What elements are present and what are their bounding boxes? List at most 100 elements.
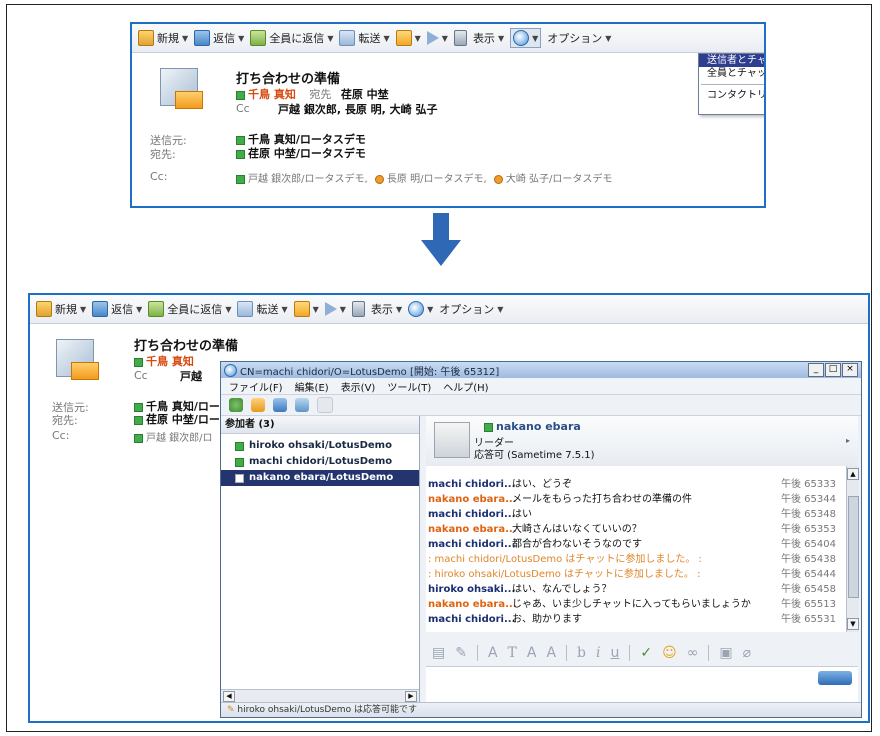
folder-button[interactable]: ▼ [293,301,319,317]
chat-button[interactable]: ▼ [510,28,542,48]
cc-row-value-1[interactable]: 戸越 銀次郎/ロータスデモ, [248,174,368,185]
online-status-icon [134,357,143,367]
reply-all-button[interactable]: 全員に返信 ▼ [250,30,333,46]
scroll-thumb[interactable] [848,496,859,598]
message-sender[interactable]: machi chidori... [428,508,515,521]
menu-item-add-sender-to-contacts[interactable]: コンタクトリストに送信者を追加(L)... [699,89,764,102]
forward-button[interactable]: 転送 ▼ [237,301,288,317]
menu-tools[interactable]: ツール(T) [387,379,431,394]
folder-button[interactable]: ▼ [395,30,421,46]
message-sender[interactable]: nakano ebara... [428,598,517,611]
scroll-up-icon[interactable]: ▲ [847,468,859,480]
menu-edit[interactable]: 編集(E) [295,379,329,394]
chat-message: nakano ebara...大崎さんはいなくていいの？ 午後 65353 [428,523,842,536]
message-sender[interactable]: machi chidori... [428,478,515,491]
message-sender[interactable]: machi chidori... [428,613,515,626]
transcript-vscrollbar[interactable]: ▲ ▼ [846,466,859,632]
sender-name[interactable]: 千鳥 真知 [248,88,296,101]
spellcheck-icon[interactable]: ✓ [640,645,652,661]
underline-icon[interactable]: u [611,645,620,661]
chat-title: CN=machi chidori/O=LotusDemo [開始: 午後 653… [240,366,500,378]
system-message: : machi chidori/LotusDemo はチャットに参加しました。 … [428,553,842,566]
close-button[interactable]: × [842,363,858,377]
emoticon-icon[interactable]: ☺ [662,645,677,661]
minimize-button[interactable]: _ [808,363,824,377]
view-button[interactable]: 表示 ▼ [371,301,402,317]
bold-icon[interactable]: b [577,645,586,661]
new-button[interactable]: 新規 ▼ [36,301,86,317]
scroll-left-icon[interactable]: ◀ [223,691,235,702]
link-icon[interactable]: ∞ [687,645,699,661]
send-button[interactable] [818,671,852,685]
folder-icon [395,30,412,46]
online-status-icon [484,422,493,432]
cc-row-value-3[interactable]: 大崎 弘子/ロータスデモ [506,174,613,185]
options-button[interactable]: オプション ▼ [547,30,611,46]
chat-titlebar[interactable]: CN=machi chidori/O=LotusDemo [開始: 午後 653… [221,362,861,378]
recipient-value[interactable]: 荏原 中埜/ロータスデモ [248,147,366,160]
participant-item[interactable]: hiroko ohsaki/LotusDemo [221,438,419,454]
reply-button[interactable]: 返信 ▼ [92,301,142,317]
online-status-icon [236,135,245,145]
menu-item-chat-with-all[interactable]: 全員とチャット(H)... [699,67,764,80]
sender-line: 千鳥 真知 [134,353,194,369]
profile-name-row: nakano ebara [484,420,581,433]
pen-icon[interactable]: ✎ [455,645,467,661]
image-icon[interactable]: ▣ [719,645,732,661]
chat-button[interactable]: ▼ [408,301,433,317]
forward-button[interactable]: 転送 ▼ [339,30,390,46]
cc-row-value-1[interactable]: 戸越 銀次郎/ロ [146,433,213,444]
emoticon-icon[interactable] [317,397,333,413]
recipient-row: 荏原 中埜/ロータスデモ [236,145,366,161]
message-sender[interactable]: machi chidori... [428,538,515,551]
meeting-icon[interactable] [251,398,265,412]
font-icon[interactable]: ▤ [432,645,445,661]
scroll-down-icon[interactable]: ▼ [847,618,859,630]
text-style-icon[interactable]: T [508,645,517,661]
font-color-icon[interactable]: A [488,645,498,661]
view-button[interactable]: 表示 ▼ [473,30,504,46]
invite-icon[interactable] [229,398,243,412]
italic-icon[interactable]: i [596,645,600,661]
share-icon[interactable] [273,398,287,412]
pencil-icon: ✎ [227,705,235,715]
expand-icon[interactable]: ▸ [846,436,850,445]
profile-name: nakano ebara [496,420,581,433]
attach-icon[interactable]: ⌀ [743,645,751,661]
down-arrow-shaft [433,213,449,241]
message-sender[interactable]: hiroko ohsaki... [428,583,515,596]
font-size-icon[interactable]: A [527,645,537,661]
delete-button[interactable] [453,30,467,46]
maximize-button[interactable]: □ [825,363,841,377]
new-button[interactable]: 新規 ▼ [138,30,188,46]
recipient-value[interactable]: 荏原 中埜/ロー [146,413,220,426]
delete-button[interactable] [351,301,365,317]
participants-hscrollbar[interactable]: ◀ ▶ [221,689,419,702]
cc-row-label: Cc: [150,170,168,183]
menu-help[interactable]: ヘルプ(H) [443,379,488,394]
sender-name[interactable]: 千鳥 真知 [146,355,194,368]
message-sender[interactable]: nakano ebara... [428,493,517,506]
participant-item-selected[interactable]: nakano ebara/LotusDemo [221,470,419,486]
highlight-icon[interactable]: A [546,645,556,661]
menu-item-chat-with-sender[interactable]: 送信者とチャット(C)... [699,54,764,67]
cc-row: 戸越 銀次郎/ロータスデモ, 長原 明/ロータスデモ, 大崎 弘子/ロータスデモ [236,170,612,185]
reply-all-button[interactable]: 全員に返信 ▼ [148,301,231,317]
online-status-icon [235,458,244,467]
online-status-icon [236,149,245,159]
online-status-icon [236,90,245,100]
scroll-right-icon[interactable]: ▶ [405,691,417,702]
add-person-icon[interactable] [295,398,309,412]
message-input[interactable] [426,666,858,703]
options-button[interactable]: オプション ▼ [439,301,503,317]
menu-file[interactable]: ファイル(F) [229,379,283,394]
menu-view[interactable]: 表示(V) [341,379,376,394]
cc-row-value-2[interactable]: 長原 明/ロータスデモ, [387,174,487,185]
message-sender[interactable]: nakano ebara... [428,523,517,536]
participant-item[interactable]: machi chidori/LotusDemo [221,454,419,470]
flag-button[interactable]: ▼ [426,31,448,45]
flag-button[interactable]: ▼ [324,302,346,316]
reply-button[interactable]: 返信 ▼ [194,30,244,46]
menu-separator [701,84,764,85]
toolbar-separator [708,645,710,661]
